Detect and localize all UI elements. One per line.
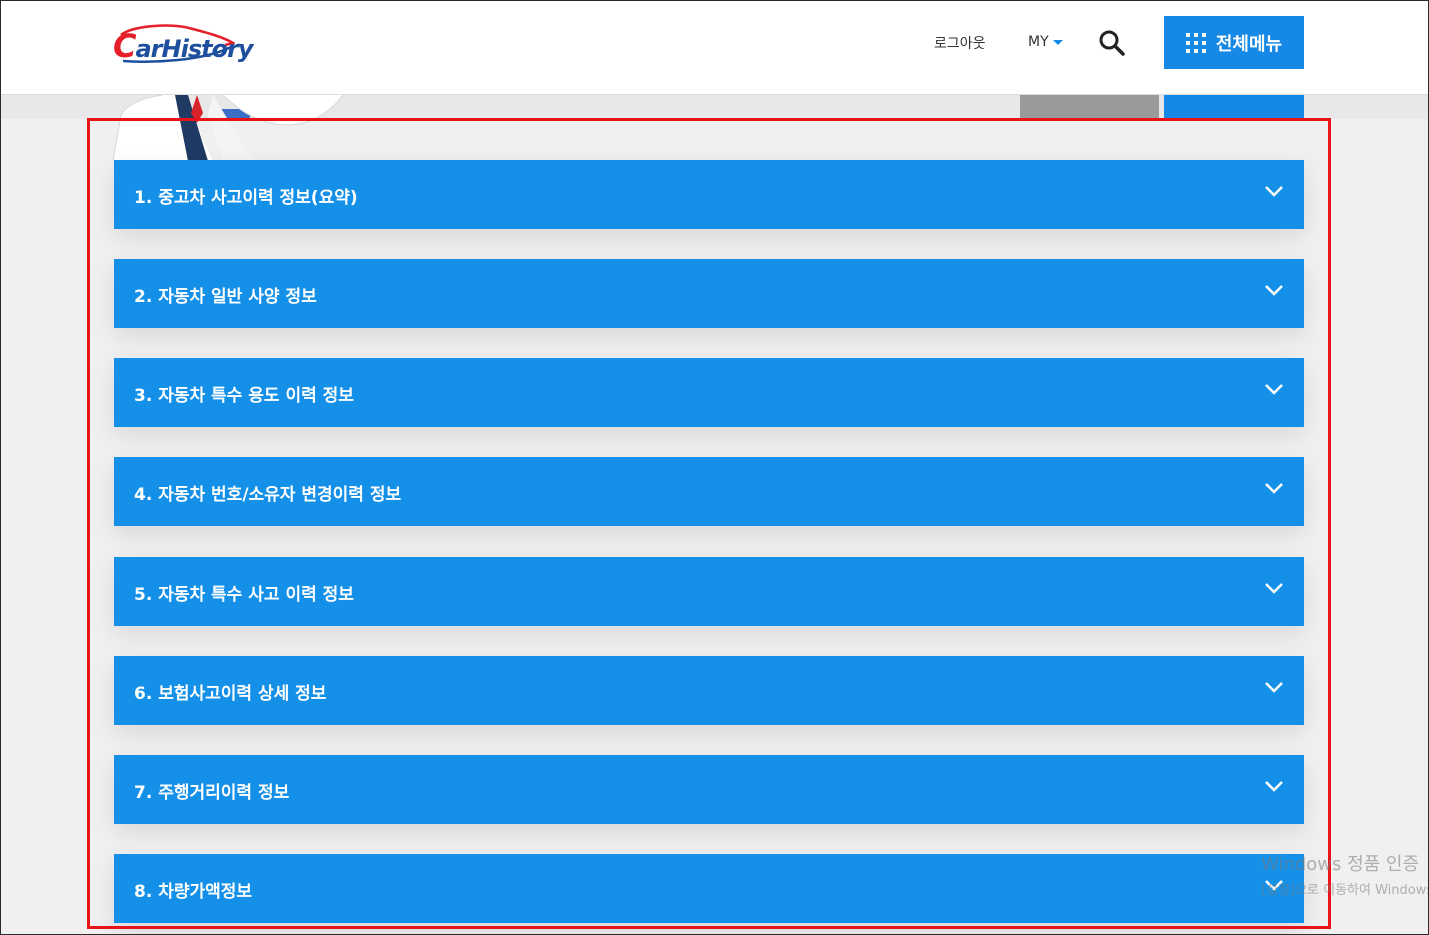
site-header: CarHistory 로그아웃 MY 전체메뉴 (1, 1, 1428, 95)
chevron-down-icon (1265, 186, 1283, 197)
accordion-item[interactable]: 6. 보험사고이력 상세 정보 (114, 656, 1304, 725)
windows-activation-watermark: Windows 정품 인증 [설정]으로 이동하여 Windows (1261, 850, 1429, 898)
grid-icon (1185, 32, 1206, 53)
caret-down-icon (1052, 39, 1063, 45)
accordion-item-title: 5. 자동차 특수 사고 이력 정보 (134, 585, 354, 605)
chevron-down-icon (1265, 384, 1283, 395)
watermark-line2: [설정]으로 이동하여 Windows (1261, 883, 1429, 898)
chevron-down-icon (1265, 483, 1283, 494)
search-icon (1099, 30, 1125, 56)
chevron-down-icon (1265, 583, 1283, 594)
search-button[interactable] (1098, 29, 1126, 57)
logo-wordmark: arHistory (135, 35, 253, 63)
my-menu-dropdown[interactable]: MY (1028, 34, 1063, 50)
accordion-item[interactable]: 1. 중고차 사고이력 정보(요약) (114, 160, 1304, 229)
accordion-item-title: 6. 보험사고이력 상세 정보 (134, 684, 327, 704)
accordion-item-title: 4. 자동차 번호/소유자 변경이력 정보 (134, 485, 402, 505)
all-menu-button[interactable]: 전체메뉴 (1164, 16, 1304, 69)
accordion-item[interactable]: 7. 주행거리이력 정보 (114, 755, 1304, 824)
my-menu-label: MY (1028, 34, 1049, 50)
mascot-illustration (113, 95, 344, 161)
logout-link[interactable]: 로그아웃 (934, 33, 986, 53)
chevron-down-icon (1265, 682, 1283, 693)
accordion-item-title: 7. 주행거리이력 정보 (134, 783, 290, 803)
accordion-item-title: 3. 자동차 특수 용도 이력 정보 (134, 386, 354, 406)
accordion-item-title: 2. 자동차 일반 사양 정보 (134, 287, 317, 307)
page-frame: CarHistory 로그아웃 MY 전체메뉴 1. 중고차 사고이력 정보(요… (0, 0, 1429, 935)
chevron-down-icon (1265, 781, 1283, 792)
subheader-tab-gray[interactable] (1020, 95, 1159, 119)
accordion-item[interactable]: 2. 자동차 일반 사양 정보 (114, 259, 1304, 328)
accordion-item-title: 1. 중고차 사고이력 정보(요약) (134, 188, 358, 208)
accordion-item[interactable]: 4. 자동차 번호/소유자 변경이력 정보 (114, 457, 1304, 526)
all-menu-label: 전체메뉴 (1215, 33, 1283, 55)
watermark-line1: Windows 정품 인증 (1261, 854, 1420, 875)
chevron-down-icon (1265, 285, 1283, 296)
accordion-item[interactable]: 3. 자동차 특수 용도 이력 정보 (114, 358, 1304, 427)
logo-letter-c: C (113, 27, 137, 65)
subheader-tab-blue[interactable] (1164, 95, 1304, 119)
carhistory-logo[interactable]: CarHistory (113, 23, 254, 67)
accordion-item[interactable]: 5. 자동차 특수 사고 이력 정보 (114, 557, 1304, 626)
accordion-item[interactable]: 8. 차량가액정보 (114, 854, 1304, 923)
accordion-item-title: 8. 차량가액정보 (134, 882, 253, 902)
